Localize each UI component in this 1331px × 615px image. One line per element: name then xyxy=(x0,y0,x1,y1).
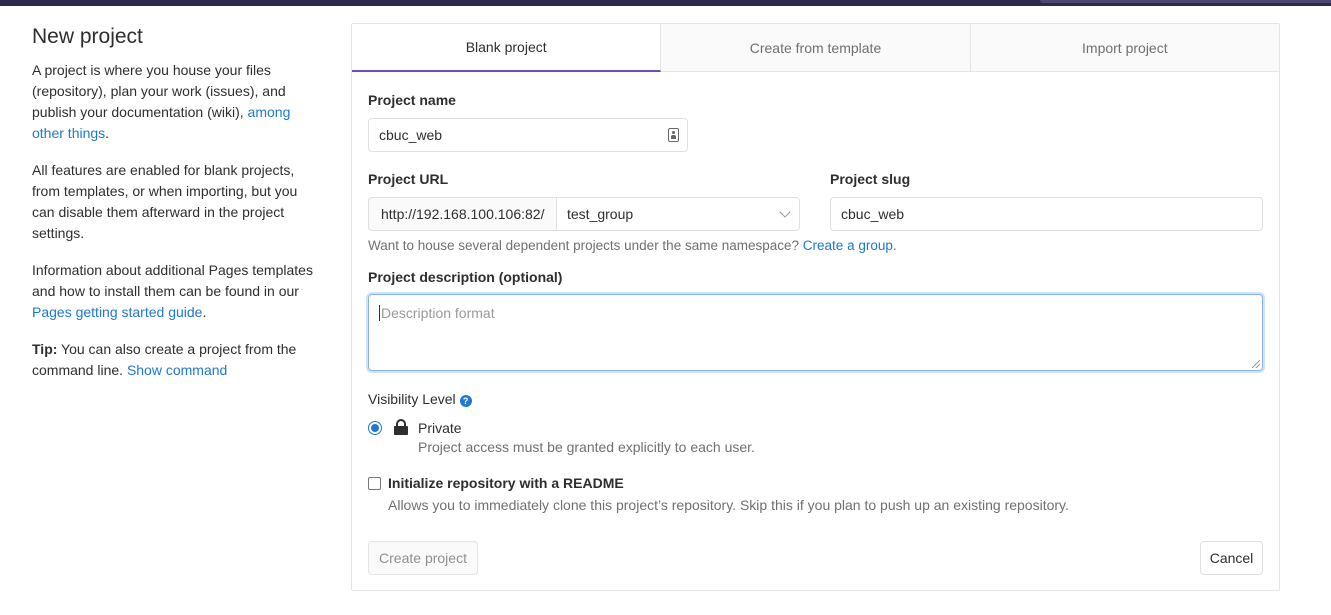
project-url-prefix: http://192.168.100.106:82/ xyxy=(368,197,556,231)
person-card-icon xyxy=(668,128,679,142)
tab-blank-project[interactable]: Blank project xyxy=(352,24,662,72)
new-project-panel: Blank project Create from template Impor… xyxy=(351,23,1280,591)
tab-create-from-template[interactable]: Create from template xyxy=(661,24,971,71)
tip-label: Tip: xyxy=(32,341,58,357)
create-project-button[interactable]: Create project xyxy=(368,541,478,575)
navbar-search[interactable] xyxy=(1040,0,1331,3)
namespace-help-text: Want to house several dependent projects… xyxy=(368,238,897,253)
initialize-readme-checkbox[interactable] xyxy=(368,477,381,490)
tip-paragraph: Tip: You can also create a project from … xyxy=(32,341,297,378)
initialize-readme-label[interactable]: Initialize repository with a README xyxy=(388,475,624,491)
info-paragraph-1: A project is where you house your files … xyxy=(32,62,291,141)
tab-import-project[interactable]: Import project xyxy=(970,24,1279,71)
info-paragraph-2: All features are enabled for blank proje… xyxy=(32,162,298,241)
namespace-select[interactable]: test_group xyxy=(556,197,800,231)
info-paragraph-3: Information about additional Pages templ… xyxy=(32,262,313,320)
cancel-button[interactable]: Cancel xyxy=(1200,541,1263,575)
project-name-label: Project name xyxy=(368,92,456,108)
project-tabs: Blank project Create from template Impor… xyxy=(352,24,1279,72)
resize-handle[interactable] xyxy=(1252,360,1260,368)
show-command-link[interactable]: Show command xyxy=(127,362,227,378)
project-description-label: Project description (optional) xyxy=(368,269,563,285)
visibility-private-label[interactable]: Private xyxy=(418,420,462,436)
text-caret xyxy=(379,305,380,321)
visibility-level-label: Visibility Level? xyxy=(368,391,472,407)
visibility-private-radio[interactable] xyxy=(368,421,382,435)
page-title: New project xyxy=(32,25,143,48)
initialize-readme-help: Allows you to immediately clone this pro… xyxy=(388,497,1069,513)
pages-guide-link[interactable]: Pages getting started guide xyxy=(32,304,202,320)
project-url-label: Project URL xyxy=(368,171,449,187)
visibility-private-help: Project access must be granted explicitl… xyxy=(418,439,755,455)
lock-icon xyxy=(394,419,408,435)
new-project-info: New project A project is where you house… xyxy=(32,24,322,397)
project-description-textarea[interactable]: Description format xyxy=(368,294,1263,371)
chevron-down-icon xyxy=(779,206,791,218)
project-name-input[interactable]: cbuc_web xyxy=(368,118,688,152)
create-group-link[interactable]: Create a group. xyxy=(803,238,897,253)
project-slug-label: Project slug xyxy=(830,171,911,187)
project-slug-input[interactable]: cbuc_web xyxy=(830,197,1263,231)
question-icon[interactable]: ? xyxy=(459,395,472,407)
